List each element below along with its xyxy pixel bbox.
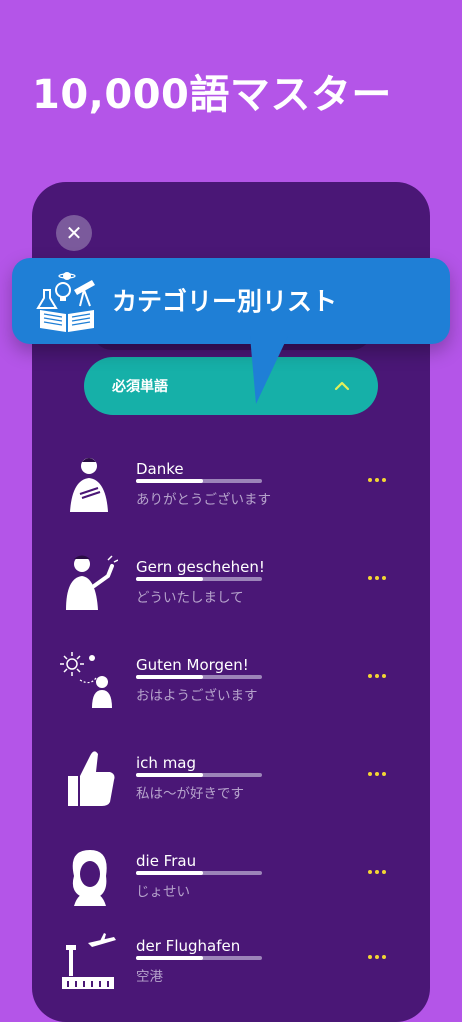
page-headline: 10,000語マスター (32, 72, 392, 118)
progress-fill (136, 479, 203, 483)
more-options-button[interactable] (368, 951, 390, 963)
more-options-button[interactable] (368, 670, 390, 682)
word-term: Danke (136, 460, 184, 478)
tooltip-tail (250, 336, 288, 404)
word-translation: どういたしまして (136, 590, 244, 606)
progress-fill (136, 956, 203, 960)
tooltip-title: カテゴリー別リスト (112, 287, 338, 316)
close-icon: ✕ (65, 221, 83, 245)
airport-icon (62, 933, 116, 989)
close-button[interactable]: ✕ (56, 215, 92, 251)
word-translation: おはようございます (136, 688, 258, 704)
progress-bar (136, 956, 262, 960)
person-thanking-icon (70, 458, 108, 512)
progress-bar (136, 479, 262, 483)
word-row[interactable]: ich mag 私は〜が好きです (56, 748, 406, 828)
progress-bar (136, 577, 262, 581)
word-row[interactable]: Guten Morgen! おはようございます (56, 650, 406, 730)
word-translation: 空港 (136, 969, 163, 985)
word-row[interactable]: die Frau じょせい (56, 846, 406, 926)
word-term: Guten Morgen! (136, 656, 249, 674)
more-options-button[interactable] (368, 474, 390, 486)
progress-fill (136, 871, 203, 875)
word-translation: じょせい (136, 884, 190, 900)
word-term: der Flughafen (136, 937, 241, 955)
word-term: die Frau (136, 852, 197, 870)
chevron-up-icon (334, 381, 350, 391)
progress-fill (136, 773, 203, 777)
woman-portrait-icon (72, 850, 107, 906)
category-toggle[interactable]: 必須単語 (84, 357, 378, 415)
progress-fill (136, 675, 203, 679)
word-translation: 私は〜が好きです (136, 786, 244, 802)
more-options-button[interactable] (368, 768, 390, 780)
word-row[interactable]: Danke ありがとうございます (56, 454, 406, 534)
progress-fill (136, 577, 203, 581)
word-term: Gern geschehen! (136, 558, 265, 576)
progress-bar (136, 871, 262, 875)
thumbs-up-icon (68, 751, 115, 806)
category-label: 必須単語 (112, 379, 168, 395)
progress-bar (136, 675, 262, 679)
progress-bar (136, 773, 262, 777)
morning-sun-person-icon (60, 652, 112, 708)
science-book-icon (36, 272, 95, 332)
word-row[interactable]: der Flughafen 空港 (56, 931, 406, 1011)
word-translation: ありがとうございます (136, 492, 271, 508)
person-pointing-icon (66, 555, 118, 610)
more-options-button[interactable] (368, 572, 390, 584)
word-term: ich mag (136, 754, 197, 772)
word-row[interactable]: Gern geschehen! どういたしまして (56, 552, 406, 632)
more-options-button[interactable] (368, 866, 390, 878)
